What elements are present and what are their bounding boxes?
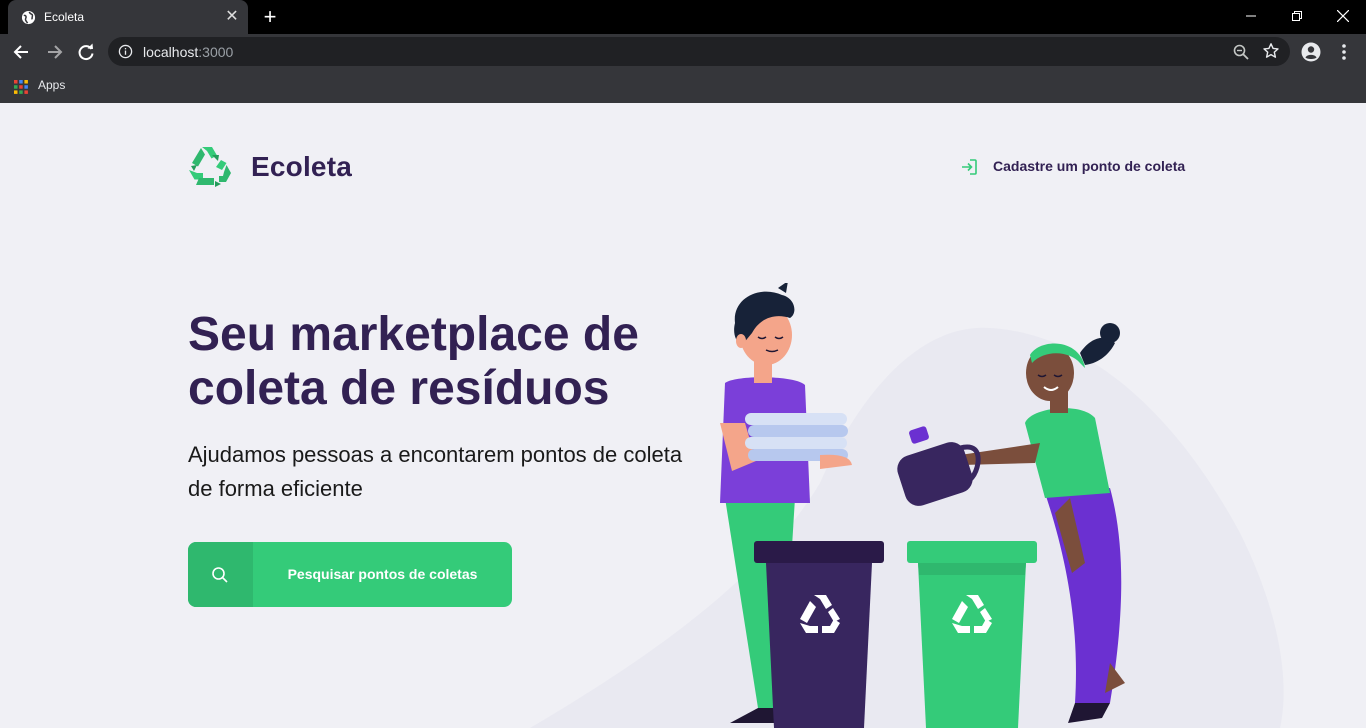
- search-icon-box: [188, 542, 253, 607]
- minimize-button[interactable]: [1228, 0, 1274, 32]
- apps-grid-icon: [14, 80, 28, 94]
- tab-title: Ecoleta: [44, 10, 85, 24]
- apps-label: Apps: [38, 78, 66, 92]
- minimize-icon: [1246, 15, 1256, 17]
- bookmarks-bar: Apps: [0, 70, 1366, 103]
- reload-icon[interactable]: [72, 38, 100, 66]
- profile-icon[interactable]: [1301, 42, 1321, 62]
- register-link-label: Cadastre um ponto de coleta: [993, 158, 1186, 174]
- address-bar[interactable]: localhost:3000: [108, 37, 1290, 66]
- hero-subtitle-line2: de forma eficiente: [188, 476, 363, 501]
- info-icon[interactable]: [118, 44, 133, 59]
- back-arrow-icon[interactable]: [8, 38, 36, 66]
- url-host: localhost: [143, 44, 199, 60]
- forward-arrow-icon[interactable]: [40, 38, 68, 66]
- recycling-people-illustration: [530, 283, 1284, 728]
- restore-icon: [1292, 11, 1302, 21]
- tab-close-icon[interactable]: ✕: [222, 7, 242, 27]
- kebab-menu-icon[interactable]: [1336, 42, 1352, 62]
- log-in-icon: [962, 159, 977, 175]
- browser-toolbar: localhost:3000: [0, 34, 1366, 70]
- zoom-out-icon[interactable]: [1232, 43, 1250, 61]
- search-icon: [212, 567, 228, 583]
- restore-button[interactable]: [1274, 0, 1320, 32]
- browser-tab[interactable]: Ecoleta ✕: [8, 0, 248, 34]
- browser-titlebar: Ecoleta ✕ +: [0, 0, 1366, 34]
- page-content: Ecoleta Cadastre um ponto de coleta Seu …: [0, 103, 1366, 728]
- search-collection-points-button[interactable]: Pesquisar pontos de coletas: [188, 542, 512, 607]
- url-port: :3000: [198, 44, 234, 60]
- search-button-label: Pesquisar pontos de coletas: [287, 566, 478, 582]
- star-icon[interactable]: [1262, 42, 1280, 60]
- url-text: localhost:3000: [143, 44, 233, 60]
- logo-text: Ecoleta: [251, 151, 352, 182]
- new-tab-button[interactable]: +: [258, 5, 282, 29]
- recycle-logo-icon: [189, 147, 231, 187]
- window-close-icon: [1336, 9, 1350, 23]
- window-close-button[interactable]: [1320, 0, 1366, 32]
- globe-icon: [21, 10, 36, 25]
